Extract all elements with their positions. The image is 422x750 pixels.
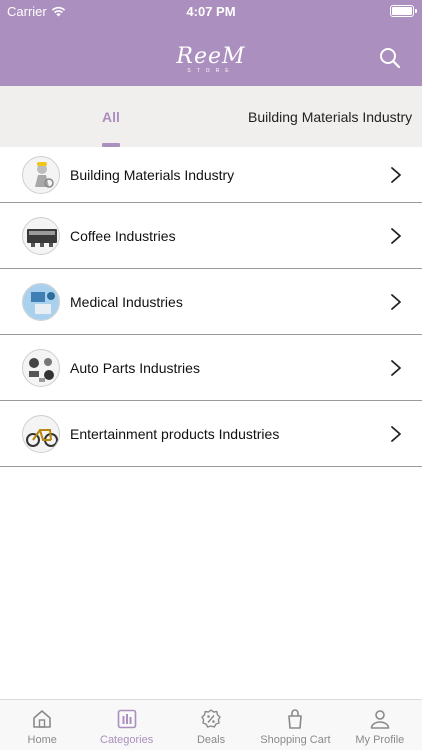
category-tabs: All Building Materials Industry [0,86,422,147]
chevron-right-icon [391,227,401,244]
tab-bar-my-profile[interactable]: My Profile [338,700,422,750]
battery-icon [390,5,417,17]
search-icon[interactable] [378,46,402,70]
tab-building-materials[interactable]: Building Materials Industry [248,86,412,147]
category-row-entertainment[interactable]: Entertainment products Industries [0,401,422,467]
tab-bar-categories[interactable]: Categories [84,700,168,750]
category-row-building-materials[interactable]: Building Materials Industry [0,147,422,203]
tab-bar-shopping-cart[interactable]: Shopping Cart [253,700,337,750]
category-row-medical[interactable]: Medical Industries [0,269,422,335]
header-bar: Carrier 4:07 PM ReeM STORE [0,0,422,86]
tab-bar-label: Deals [196,734,226,746]
tab-bar-label: Home [27,734,57,746]
shopping-cart-icon [288,709,303,729]
tab-bar-label: My Profile [355,734,405,746]
category-label: Medical Industries [70,293,183,310]
tab-bar-deals[interactable]: Deals [169,700,253,750]
profile-icon [370,710,390,729]
worker-figure-icon [22,155,60,194]
category-label: Auto Parts Industries [70,359,200,376]
tab-bar-label: Shopping Cart [260,734,331,746]
app-logo-subtitle: STORE [187,68,235,74]
home-icon [33,710,52,728]
bicycle-icon [22,414,60,453]
tab-bar-home[interactable]: Home [0,700,84,750]
bottom-tab-bar: Home Categories Deals Shopping Cart My P… [0,699,422,750]
status-time: 4:07 PM [186,4,236,19]
app-logo: ReeM [176,44,246,69]
tab-bar-label: Categories [100,734,154,746]
tab-building-materials-label: Building Materials Industry [248,108,413,125]
medical-equipment-icon [22,282,60,321]
tab-all-label: All [102,108,120,125]
category-row-auto-parts[interactable]: Auto Parts Industries [0,335,422,401]
tab-all[interactable]: All [90,86,132,147]
category-label: Building Materials Industry [70,166,235,183]
espresso-machine-icon [22,216,60,255]
category-label: Entertainment products Industries [70,425,280,442]
chevron-right-icon [391,425,401,442]
status-bar: Carrier 4:07 PM [0,0,422,22]
chevron-right-icon [391,359,401,376]
chevron-right-icon [391,166,401,183]
deals-icon [201,709,221,728]
category-label: Coffee Industries [70,227,176,244]
auto-parts-icon [22,348,60,387]
chevron-right-icon [391,293,401,310]
category-list: Building Materials Industry Coffee Indus… [0,147,422,467]
category-row-coffee[interactable]: Coffee Industries [0,203,422,269]
categories-icon [117,709,136,729]
